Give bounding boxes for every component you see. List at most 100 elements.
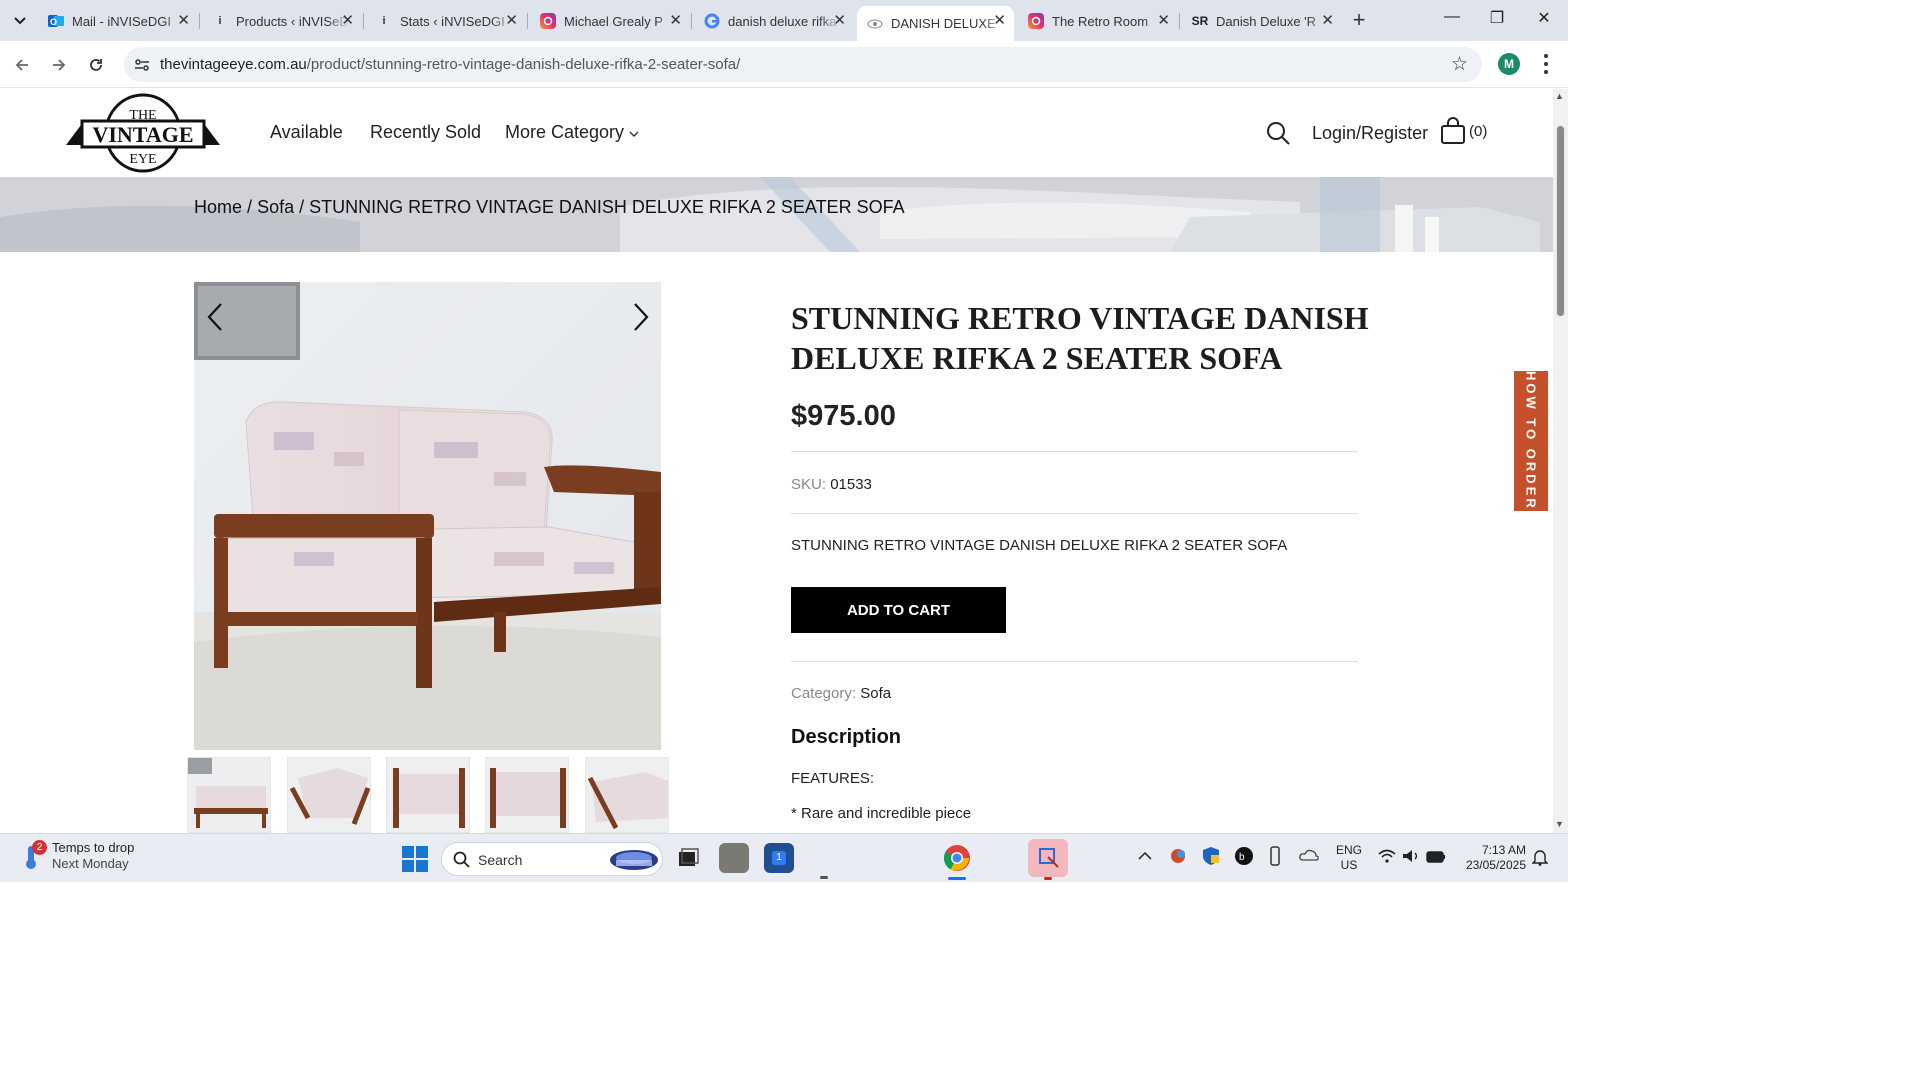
scroll-up-icon[interactable]: ▲	[1555, 91, 1564, 101]
onedrive-cloud-icon[interactable]	[1298, 848, 1320, 865]
gallery-thumbnail[interactable]	[187, 757, 271, 833]
minimize-button[interactable]: —	[1437, 8, 1467, 26]
app-badge-icon[interactable]: 1	[764, 843, 794, 873]
add-to-cart-button[interactable]: ADD TO CART	[791, 587, 1006, 633]
info-icon: i	[382, 15, 386, 27]
breadcrumb-home[interactable]: Home	[194, 197, 242, 217]
clock-date: 23/05/2025	[1465, 858, 1526, 872]
new-tab-button[interactable]: +	[1346, 8, 1372, 32]
how-to-order-tab[interactable]: HOW TO ORDER	[1514, 371, 1548, 511]
nav-recently-sold[interactable]: Recently Sold	[370, 122, 481, 143]
divider	[791, 513, 1358, 514]
nav-more-category[interactable]: More Category	[505, 122, 639, 143]
tab-title: danish deluxe rifka	[728, 13, 837, 29]
browser-menu-icon[interactable]	[1538, 52, 1554, 76]
close-icon[interactable]: ✕	[505, 13, 518, 29]
forward-button[interactable]	[47, 53, 71, 77]
weather-widget[interactable]: 2 Temps to drop Next Monday	[20, 840, 134, 872]
gallery-thumbnail[interactable]	[287, 757, 371, 833]
browser-tab-instagram-michael[interactable]: Michael Grealy P ✕	[530, 6, 690, 36]
browser-tab-mail[interactable]: O Mail - iNVISeDGI ✕	[38, 6, 198, 36]
search-icon[interactable]	[1265, 120, 1291, 146]
windows-start-icon[interactable]	[402, 846, 428, 872]
divider	[791, 661, 1358, 662]
gallery-prev-button[interactable]	[200, 302, 230, 341]
app-circle-icon[interactable]: b	[1234, 846, 1254, 869]
features-label: FEATURES:	[791, 770, 875, 787]
close-icon[interactable]: ✕	[177, 13, 190, 29]
browser-tab-active[interactable]: DANISH DELUXE ✕	[857, 6, 1014, 41]
restore-button[interactable]: ❐	[1482, 8, 1512, 28]
site-logo[interactable]: THE VINTAGE EYE	[64, 93, 222, 173]
address-bar[interactable]: thevintageeye.com.au/product/stunning-re…	[124, 47, 1482, 82]
battery-icon[interactable]	[1426, 850, 1446, 866]
input-language-indicator[interactable]: ENG US	[1336, 843, 1362, 873]
task-view-icon[interactable]	[673, 843, 703, 873]
snipping-tool-icon[interactable]	[1028, 839, 1068, 877]
cart-count: (0)	[1469, 122, 1488, 140]
product-main-image[interactable]	[194, 282, 661, 750]
google-icon	[704, 13, 720, 29]
close-icon[interactable]: ✕	[833, 13, 846, 29]
taskbar-clock[interactable]: 7:13 AM 23/05/2025	[1460, 843, 1526, 873]
product-short-description: STUNNING RETRO VINTAGE DANISH DELUXE RIF…	[791, 537, 1288, 554]
svg-text:b: b	[1239, 852, 1245, 863]
close-window-button[interactable]: ✕	[1529, 8, 1559, 28]
defender-shield-icon[interactable]	[1202, 846, 1220, 869]
browser-tab-retro-room[interactable]: The Retro Room ✕	[1018, 6, 1178, 36]
svg-text:EYE: EYE	[129, 152, 156, 167]
reload-icon	[90, 59, 102, 71]
shopping-bag-icon	[1441, 117, 1465, 144]
breadcrumb-banner: Home / Sofa / STUNNING RETRO VINTAGE DAN…	[0, 177, 1553, 252]
close-icon[interactable]: ✕	[1157, 13, 1170, 29]
tab-title: Michael Grealy P	[564, 13, 663, 29]
tray-overflow-chevron-icon[interactable]	[1138, 848, 1152, 864]
outlook-icon: O	[48, 13, 64, 29]
category-link[interactable]: Sofa	[860, 685, 891, 702]
chevron-left-icon	[207, 303, 222, 331]
close-icon[interactable]: ✕	[341, 13, 354, 29]
browser-tab-products[interactable]: i Products ‹ iNVISeDGI ✕	[202, 6, 362, 36]
nav-available[interactable]: Available	[270, 122, 343, 143]
scrollbar-thumb[interactable]	[1556, 125, 1565, 317]
clock-time: 7:13 AM	[1481, 843, 1526, 857]
sku-value: 01533	[830, 476, 872, 493]
url-text[interactable]: thevintageeye.com.au/product/stunning-re…	[160, 56, 740, 73]
volume-icon[interactable]	[1402, 849, 1420, 866]
feature-item: * Rare and incredible piece	[791, 805, 972, 822]
gallery-thumbnail[interactable]	[485, 757, 569, 833]
usb-device-icon[interactable]	[1268, 846, 1282, 869]
notifications-bell-icon[interactable]	[1531, 848, 1549, 869]
cart-button[interactable]: (0)	[1440, 117, 1487, 145]
bookmark-star-icon[interactable]: ☆	[1451, 53, 1468, 76]
login-register-link[interactable]: Login/Register	[1312, 123, 1428, 144]
browser-tab-google-search[interactable]: danish deluxe rifka ✕	[694, 6, 854, 36]
close-icon[interactable]: ✕	[993, 13, 1006, 29]
breadcrumb-category[interactable]: Sofa	[257, 197, 294, 217]
scroll-down-icon[interactable]: ▼	[1555, 819, 1564, 829]
tab-title: The Retro Room	[1052, 13, 1149, 29]
close-icon[interactable]: ✕	[1321, 13, 1334, 29]
gallery-thumbnail[interactable]	[585, 757, 669, 833]
tab-search-button[interactable]	[6, 8, 34, 34]
product-title: STUNNING RETRO VINTAGE DANISH DELUXE RIF…	[791, 300, 1369, 376]
wifi-icon[interactable]	[1378, 849, 1396, 866]
tab-title: DANISH DELUXE	[891, 16, 996, 31]
app-icon[interactable]	[719, 843, 749, 873]
reload-button[interactable]	[84, 53, 108, 77]
browser-tab-danish-deluxe[interactable]: SR Danish Deluxe 'R ✕	[1182, 6, 1342, 36]
browser-toolbar: thevintageeye.com.au/product/stunning-re…	[0, 41, 1568, 88]
profile-avatar[interactable]: M	[1498, 53, 1520, 75]
tray-app-icon[interactable]	[1168, 847, 1188, 868]
gallery-next-button[interactable]	[626, 302, 656, 341]
back-button[interactable]	[10, 53, 34, 77]
breadcrumb-current: STUNNING RETRO VINTAGE DANISH DELUXE RIF…	[309, 197, 905, 217]
chrome-icon[interactable]	[942, 843, 972, 873]
gallery-thumbnail[interactable]	[386, 757, 470, 833]
app-badge: 1	[772, 851, 786, 865]
close-icon[interactable]: ✕	[669, 13, 682, 29]
browser-tab-stats[interactable]: i Stats ‹ iNVISeDGI ✕	[366, 6, 526, 36]
site-info-icon[interactable]	[132, 55, 152, 75]
page-scrollbar[interactable]: ▲ ▼	[1553, 89, 1568, 833]
taskbar-search[interactable]: Search	[441, 842, 663, 876]
